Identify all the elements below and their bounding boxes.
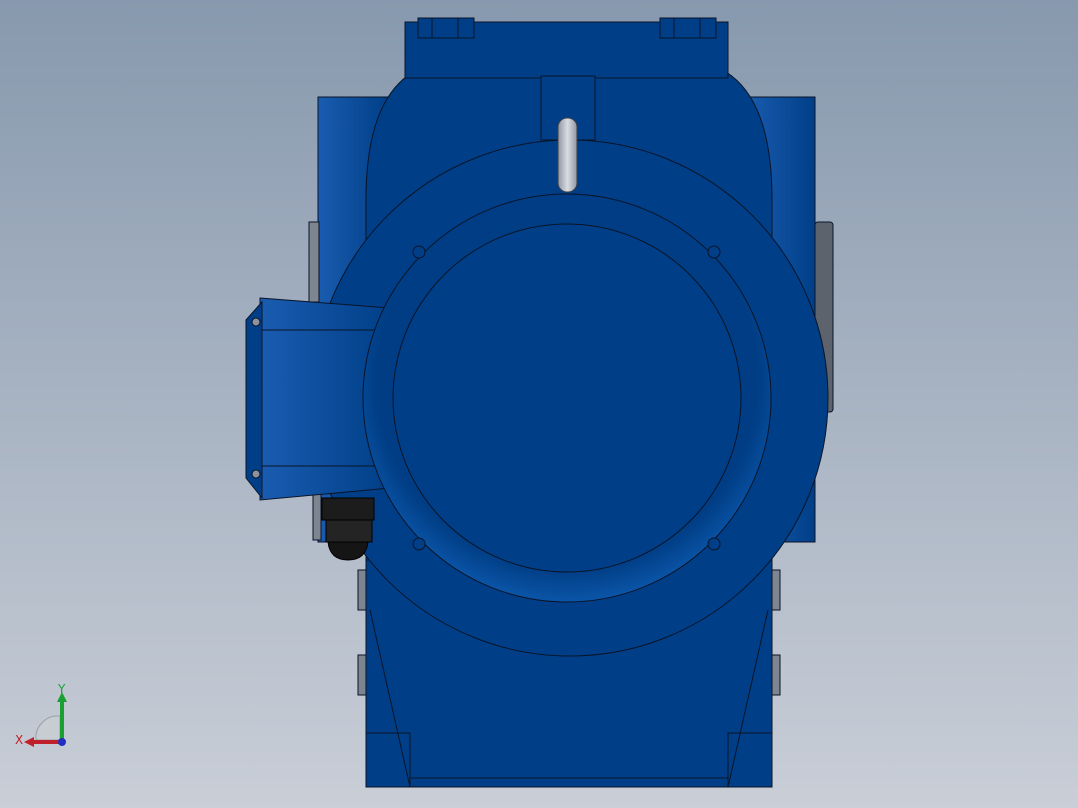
x-axis-arrowhead: [24, 737, 34, 747]
y-axis-label: Y: [57, 682, 66, 696]
z-axis-dot: [58, 738, 66, 746]
x-axis-label: X: [15, 733, 23, 747]
view-orientation-triad[interactable]: Y X: [10, 682, 80, 752]
cad-viewport[interactable]: Y X: [0, 0, 1078, 808]
triad-plane-icon: [35, 715, 61, 741]
motor-gearbox-model[interactable]: [0, 0, 1078, 808]
motor-end-cap: [362, 193, 772, 603]
top-terminal-block: [404, 17, 729, 79]
